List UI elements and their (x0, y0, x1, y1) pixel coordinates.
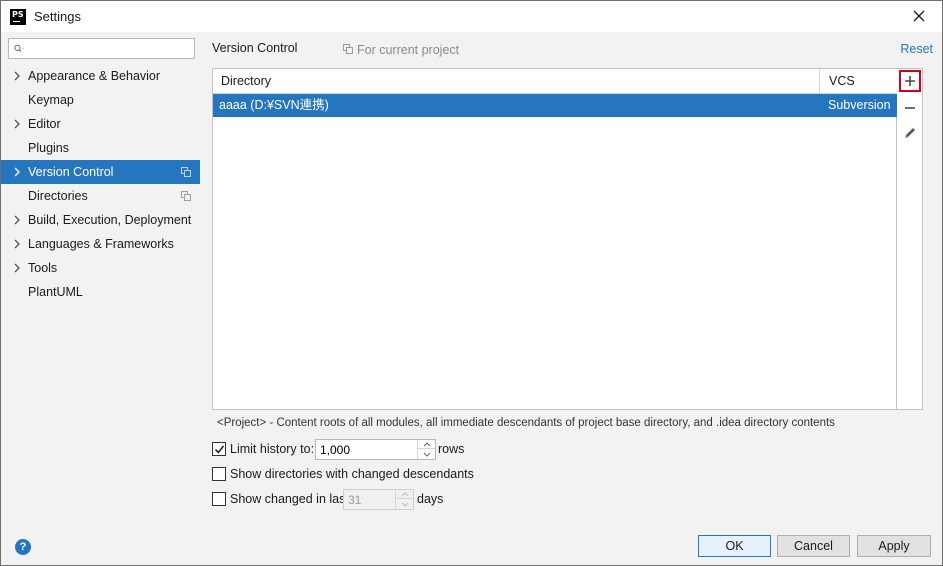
scope-label: For current project (357, 43, 460, 57)
vcs-mappings-table[interactable]: Directory VCS aaaa (D:¥SVN連携) Subversion (213, 69, 897, 409)
chevron-right-icon[interactable] (13, 256, 23, 280)
history-limit-spinner[interactable] (315, 439, 436, 460)
spin-down-button[interactable] (418, 450, 435, 459)
rows-label: rows (438, 442, 465, 456)
sidebar-item-label: Tools (28, 261, 58, 275)
show-changed-last-label: Show changed in last (230, 492, 349, 506)
days-label: days (417, 492, 444, 506)
scope-hint: For current project (343, 43, 459, 57)
sidebar-item-editor[interactable]: Editor (1, 112, 200, 136)
search-icon (14, 44, 24, 52)
sidebar-item-label: Editor (28, 117, 61, 131)
sidebar-item-build-execution-deployment[interactable]: Build, Execution, Deployment (1, 208, 200, 232)
edit-mapping-button[interactable] (899, 122, 921, 144)
vcs-mappings-panel: Directory VCS aaaa (D:¥SVN連携) Subversion (212, 68, 923, 410)
sidebar-item-label: Directories (28, 189, 88, 203)
chevron-down-icon (423, 452, 430, 457)
column-header-directory[interactable]: Directory (213, 69, 820, 94)
show-dirs-changed-label: Show directories with changed descendant… (230, 467, 474, 481)
chevron-right-icon[interactable] (13, 160, 23, 184)
mapping-info-text: <Project> - Content roots of all modules… (217, 417, 835, 429)
sidebar-item-languages-frameworks[interactable]: Languages & Frameworks (1, 232, 200, 256)
sidebar-item-appearance-behavior[interactable]: Appearance & Behavior (1, 64, 200, 88)
settings-nav: Appearance & Behavior Keymap Editor Plug… (1, 64, 200, 304)
chevron-right-icon[interactable] (13, 232, 23, 256)
sidebar-item-label: Plugins (28, 141, 69, 155)
minus-icon (905, 107, 915, 109)
project-scope-icon (343, 44, 353, 54)
sidebar-item-label: Keymap (28, 93, 74, 107)
show-dirs-changed-row: Show directories with changed descendant… (212, 464, 512, 484)
chevron-right-icon[interactable] (13, 112, 23, 136)
title-bar: PS Settings (1, 1, 942, 32)
spinner-arrows (417, 440, 435, 459)
sidebar-item-keymap[interactable]: Keymap (1, 88, 200, 112)
chevron-right-icon[interactable] (13, 64, 23, 88)
checkmark-icon (214, 445, 225, 454)
limit-history-row: Limit history to: rows (212, 439, 512, 460)
changed-days-input[interactable] (348, 492, 393, 507)
settings-dialog: PS Settings Appearance & Behavior Keymap (0, 0, 943, 566)
spin-up-button[interactable] (396, 490, 413, 499)
table-toolbar (897, 69, 922, 409)
ok-button[interactable]: OK (698, 535, 771, 557)
column-header-vcs[interactable]: VCS (820, 69, 897, 94)
add-mapping-button[interactable] (899, 70, 921, 92)
dialog-footer: ? OK Cancel Apply (1, 525, 942, 565)
project-scope-icon (181, 191, 191, 201)
phpstorm-app-icon: PS (10, 9, 26, 25)
directory-cell: aaaa (D:¥SVN連携) (219, 98, 329, 112)
sidebar-item-label: Appearance & Behavior (28, 69, 161, 83)
project-scope-icon (181, 167, 191, 177)
spinner-arrows (395, 490, 413, 509)
remove-mapping-button[interactable] (899, 97, 921, 119)
search-input[interactable] (35, 41, 190, 56)
changed-days-spinner[interactable] (343, 489, 414, 510)
app-icon-label: PS (12, 10, 24, 19)
help-icon: ? (19, 541, 27, 553)
close-button[interactable] (910, 7, 928, 25)
close-icon (913, 10, 925, 22)
sidebar-item-tools[interactable]: Tools (1, 256, 200, 280)
chevron-up-icon (401, 491, 408, 496)
apply-button-label: Apply (878, 539, 910, 553)
sidebar-item-directories[interactable]: Directories (1, 184, 200, 208)
vcs-cell: Subversion (828, 98, 891, 112)
limit-history-label: Limit history to: (230, 442, 315, 456)
reset-link[interactable]: Reset (900, 42, 933, 56)
spin-up-button[interactable] (418, 440, 435, 449)
sidebar-item-label: Version Control (28, 165, 114, 179)
pencil-icon (905, 128, 915, 138)
help-button[interactable]: ? (15, 539, 31, 555)
page-title: Version Control (212, 41, 298, 55)
limit-history-checkbox[interactable] (212, 442, 226, 456)
table-header: Directory VCS (213, 69, 897, 94)
chevron-right-icon[interactable] (13, 208, 23, 232)
show-changed-last-row: Show changed in last days (212, 489, 512, 510)
settings-search[interactable] (8, 38, 195, 59)
show-changed-last-checkbox[interactable] (212, 492, 226, 506)
sidebar-item-plantuml[interactable]: PlantUML (1, 280, 200, 304)
history-limit-input[interactable] (320, 442, 415, 457)
sidebar-item-plugins[interactable]: Plugins (1, 136, 200, 160)
chevron-down-icon (401, 502, 408, 507)
show-dirs-changed-checkbox[interactable] (212, 467, 226, 481)
plus-icon (905, 76, 915, 86)
settings-content: Version Control For current project Rese… (200, 32, 942, 525)
sidebar-item-label: PlantUML (28, 285, 83, 299)
settings-sidebar: Appearance & Behavior Keymap Editor Plug… (1, 32, 200, 525)
sidebar-item-label: Languages & Frameworks (28, 237, 174, 251)
spin-down-button[interactable] (396, 500, 413, 509)
sidebar-item-version-control[interactable]: Version Control (1, 160, 200, 184)
window-title: Settings (34, 9, 81, 24)
cancel-button[interactable]: Cancel (777, 535, 850, 557)
apply-button[interactable]: Apply (857, 535, 931, 557)
table-row[interactable]: aaaa (D:¥SVN連携) Subversion (213, 94, 897, 117)
chevron-up-icon (423, 441, 430, 446)
sidebar-item-label: Build, Execution, Deployment (28, 213, 192, 227)
